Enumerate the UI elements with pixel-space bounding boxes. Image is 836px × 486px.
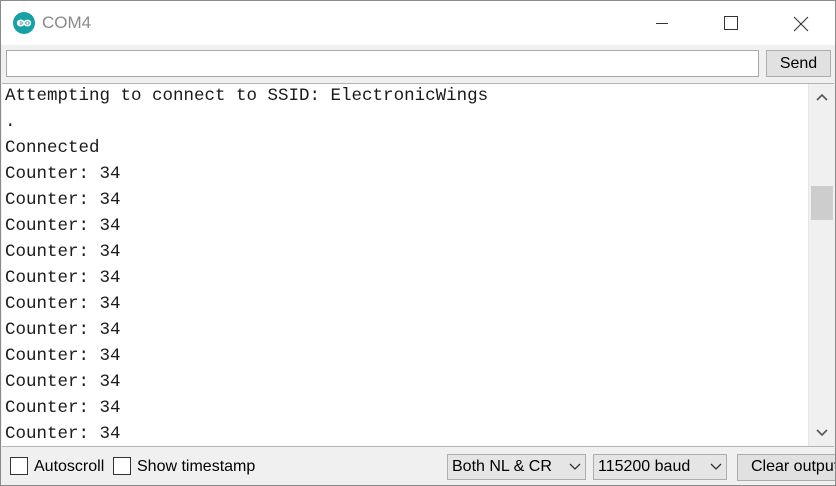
send-row: Send <box>1 45 835 83</box>
timestamp-checkbox[interactable] <box>113 457 131 475</box>
output-line: Counter: 34 <box>5 372 121 392</box>
chevron-up-icon <box>816 93 828 101</box>
output-line: Counter: 34 <box>5 398 121 418</box>
send-button[interactable]: Send <box>766 50 831 77</box>
maximize-icon <box>724 16 738 30</box>
autoscroll-checkbox[interactable] <box>10 457 28 475</box>
serial-input[interactable] <box>6 50 759 77</box>
output-line: Counter: 34 <box>5 268 121 288</box>
close-button[interactable] <box>777 1 823 45</box>
scroll-thumb[interactable] <box>811 186 833 220</box>
close-icon <box>793 16 809 32</box>
line-ending-select[interactable]: Both NL & CR <box>447 454 586 480</box>
serial-output[interactable]: Attempting to connect to SSID: Electroni… <box>2 83 834 447</box>
clear-output-button[interactable]: Clear output <box>737 454 835 481</box>
vertical-scrollbar[interactable] <box>808 84 834 446</box>
output-line: Counter: 34 <box>5 164 121 184</box>
output-line: Counter: 34 <box>5 294 121 314</box>
arduino-infinity-icon <box>13 12 35 34</box>
baud-rate-select[interactable]: 115200 baud <box>593 454 727 480</box>
minimize-button[interactable] <box>639 1 685 45</box>
baud-rate-value: 115200 baud <box>598 458 691 475</box>
output-line: Counter: 34 <box>5 346 121 366</box>
output-line: Counter: 34 <box>5 190 121 210</box>
autoscroll-label[interactable]: Autoscroll <box>34 458 104 476</box>
output-lines: Attempting to connect to SSID: Electroni… <box>5 85 805 446</box>
chevron-down-icon <box>569 463 581 470</box>
line-ending-value: Both NL & CR <box>452 458 552 475</box>
scroll-up-button[interactable] <box>809 84 834 110</box>
timestamp-label[interactable]: Show timestamp <box>137 458 255 476</box>
output-line: Connected <box>5 138 100 158</box>
maximize-button[interactable] <box>707 1 753 45</box>
chevron-down-icon <box>710 463 722 470</box>
window-title: COM4 <box>42 13 92 32</box>
output-line: Attempting to connect to SSID: Electroni… <box>5 86 489 106</box>
minimize-icon <box>656 23 668 24</box>
output-line: Counter: 34 <box>5 216 121 236</box>
output-line: Counter: 34 <box>5 242 121 262</box>
output-line: Counter: 34 <box>5 424 121 444</box>
chevron-down-icon <box>816 429 828 437</box>
output-line: . <box>5 112 16 132</box>
scroll-down-button[interactable] <box>809 420 834 446</box>
title-bar[interactable]: COM4 <box>1 1 835 45</box>
bottom-bar: Autoscroll Show timestamp Both NL & CR 1… <box>1 447 835 485</box>
serial-monitor-window: COM4 Send Attempting to connect to SSID:… <box>0 0 836 486</box>
output-line: Counter: 34 <box>5 320 121 340</box>
